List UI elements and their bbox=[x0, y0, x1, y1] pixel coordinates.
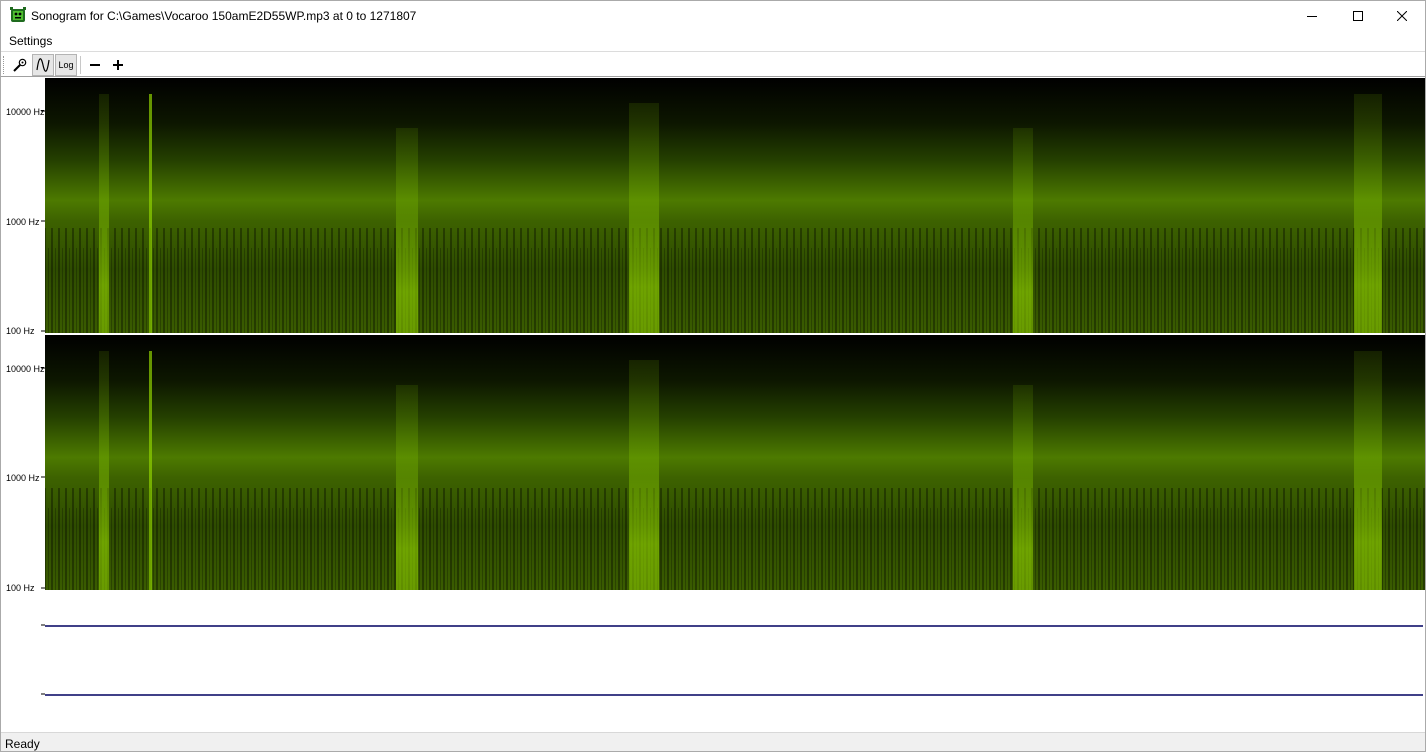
spectrogram-channel-2[interactable] bbox=[45, 335, 1425, 590]
zoom-out-button[interactable] bbox=[84, 54, 106, 76]
maximize-button[interactable] bbox=[1335, 1, 1381, 31]
ch1-freq-1000: 1000 Hz bbox=[6, 217, 40, 227]
toolbar-separator bbox=[80, 56, 81, 74]
log-scale-button[interactable]: Log bbox=[55, 54, 77, 76]
title-bar[interactable]: Sonogram for C:\Games\Vocaroo 150amE2D55… bbox=[1, 1, 1425, 31]
toolbar: Log bbox=[1, 53, 1425, 77]
ch2-freq-100: 100 Hz bbox=[6, 583, 35, 593]
sonogram-window: Sonogram for C:\Games\Vocaroo 150amE2D55… bbox=[0, 0, 1426, 752]
status-text: Ready bbox=[5, 737, 40, 751]
menu-settings[interactable]: Settings bbox=[9, 34, 52, 48]
plus-icon bbox=[113, 60, 123, 70]
waveform-icon bbox=[36, 58, 50, 72]
wrench-icon bbox=[13, 58, 27, 72]
menu-bar: Settings bbox=[1, 31, 1425, 52]
log-label: Log bbox=[58, 60, 74, 70]
minimize-button[interactable] bbox=[1289, 1, 1335, 31]
spectrogram-channel-1[interactable] bbox=[45, 78, 1425, 333]
zoom-in-button[interactable] bbox=[107, 54, 129, 76]
close-icon bbox=[1397, 11, 1407, 21]
sonogram-canvas[interactable]: 10000 Hz 1000 Hz 100 Hz 10000 Hz 1000 Hz… bbox=[1, 78, 1425, 731]
ch2-freq-10000: 10000 Hz bbox=[6, 364, 45, 374]
minus-icon bbox=[90, 64, 100, 66]
window-title: Sonogram for C:\Games\Vocaroo 150amE2D55… bbox=[31, 9, 417, 23]
status-bar: Ready bbox=[1, 732, 1425, 751]
ch2-freq-1000: 1000 Hz bbox=[6, 473, 40, 483]
close-button[interactable] bbox=[1379, 1, 1425, 31]
toolbar-grip[interactable] bbox=[3, 56, 5, 74]
minimize-icon bbox=[1307, 16, 1317, 17]
waveform-button[interactable] bbox=[32, 54, 54, 76]
ch1-freq-10000: 10000 Hz bbox=[6, 107, 45, 117]
sonogram-view[interactable]: 10000 Hz 1000 Hz 100 Hz 10000 Hz 1000 Hz… bbox=[1, 78, 1425, 731]
maximize-icon bbox=[1353, 11, 1363, 21]
ch1-freq-100: 100 Hz bbox=[6, 326, 35, 336]
settings-button[interactable] bbox=[9, 54, 31, 76]
app-icon bbox=[10, 7, 26, 22]
